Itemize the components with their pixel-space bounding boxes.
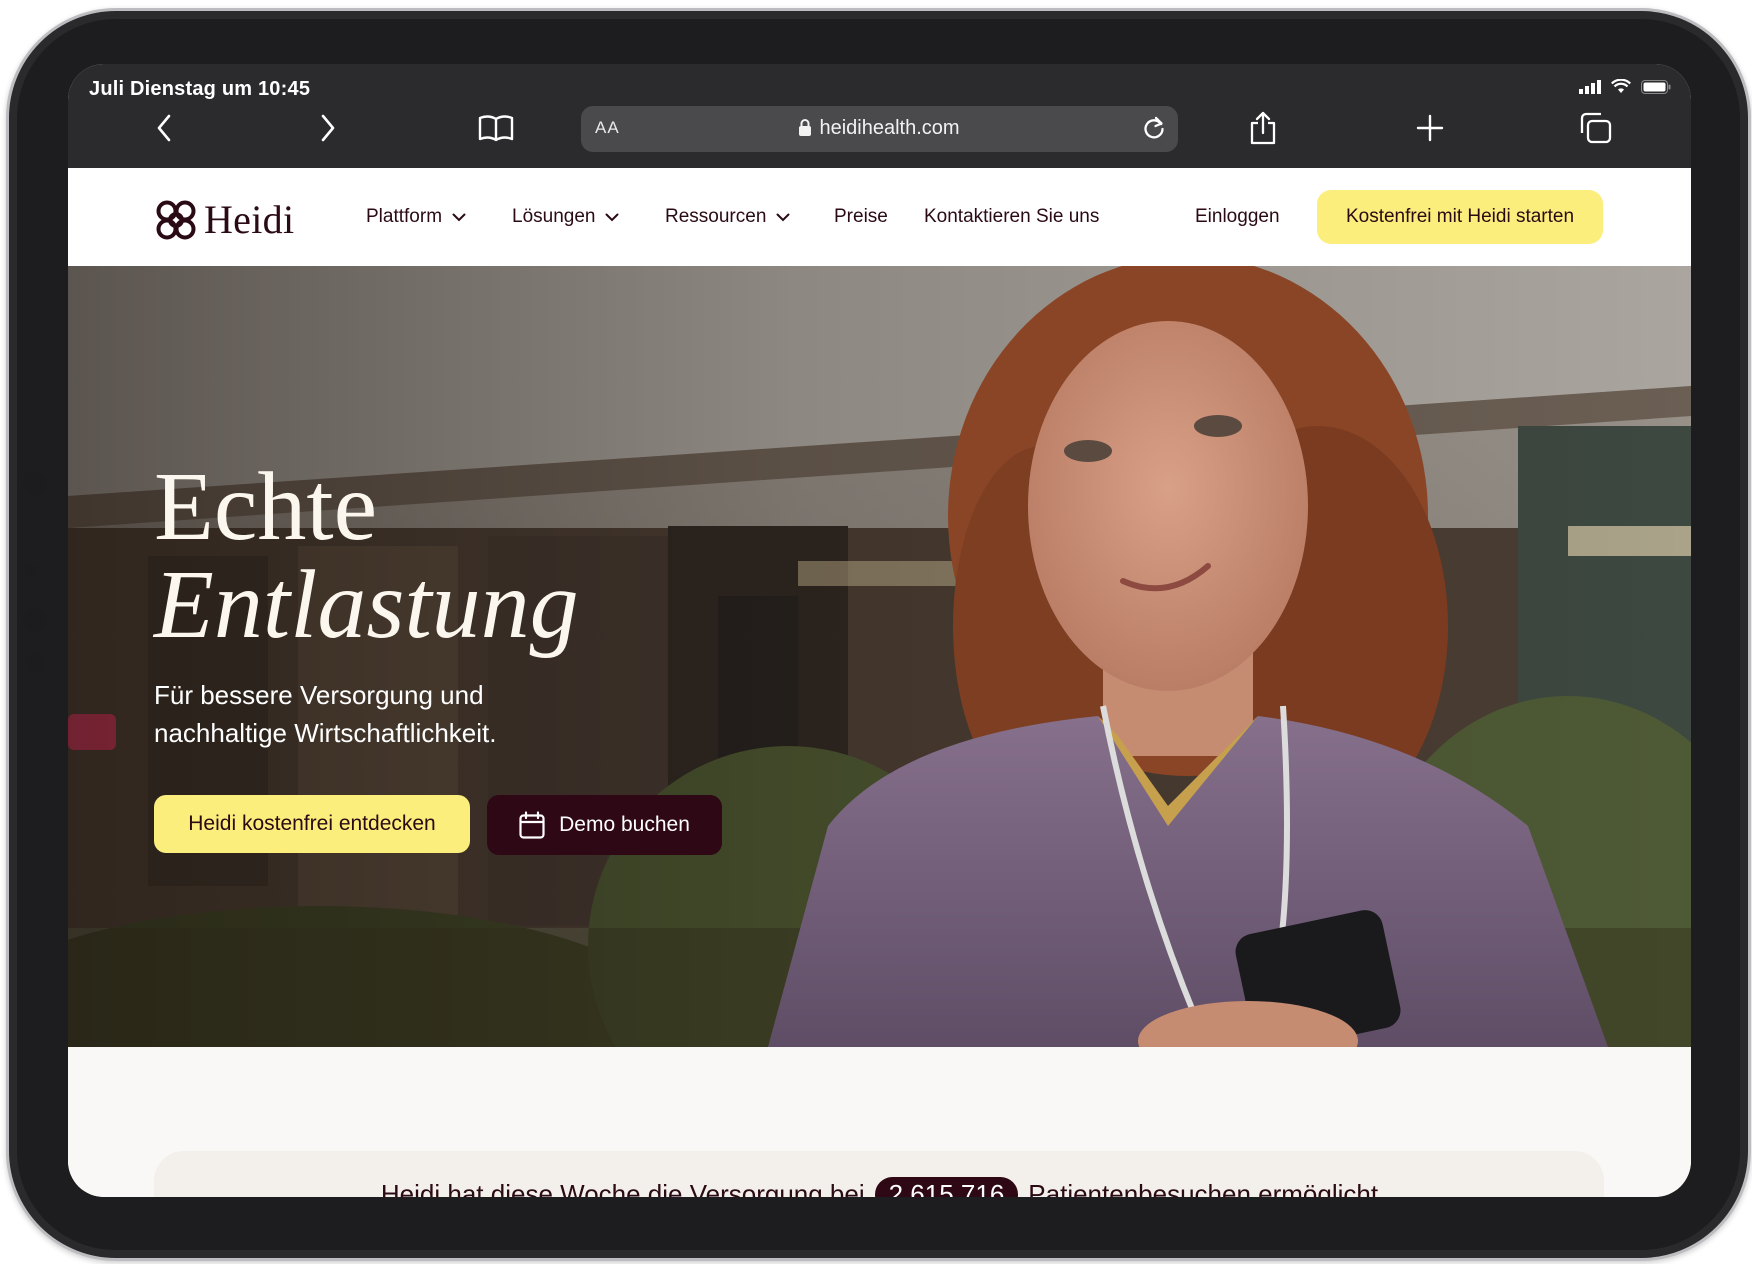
bookmarks-icon[interactable] — [476, 108, 516, 148]
address-bar[interactable]: AA heidihealth.com — [581, 106, 1178, 152]
share-icon[interactable] — [1243, 108, 1283, 148]
nav-platform-label: Plattform — [366, 206, 443, 227]
side-button — [25, 653, 45, 673]
hero-title-line2: Entlastung — [154, 551, 579, 659]
nav-platform[interactable]: Plattform — [366, 206, 466, 228]
nav-contact-label: Kontaktieren Sie uns — [924, 206, 1100, 227]
discover-heidi-button[interactable]: Heidi kostenfrei entdecken — [154, 795, 470, 853]
status-icons — [1579, 79, 1671, 94]
url-display[interactable]: heidihealth.com — [581, 117, 1178, 140]
screen: Juli Dienstag um 10:45 AA heidihealth.co… — [68, 64, 1691, 1197]
login-link[interactable]: Einloggen — [1195, 206, 1280, 228]
calendar-icon — [519, 811, 545, 839]
book-demo-button[interactable]: Demo buchen — [487, 795, 722, 855]
hero-title-line1: Echte — [154, 453, 378, 561]
reload-icon[interactable] — [1140, 114, 1168, 147]
stats-section: Heidi hat diese Woche die Versorgung bei… — [68, 1047, 1691, 1197]
signal-icon — [1579, 79, 1601, 94]
counter-value: 2.615.716 — [874, 1177, 1019, 1197]
counter-text: Heidi hat diese Woche die Versorgung bei… — [68, 1177, 1691, 1197]
start-free-button[interactable]: Kostenfrei mit Heidi starten — [1317, 190, 1603, 244]
nav-solutions-label: Lösungen — [512, 206, 596, 227]
logo-text: Heidi — [204, 197, 295, 242]
nav-resources[interactable]: Ressourcen — [665, 206, 790, 228]
heidi-logo[interactable]: Heidi — [154, 196, 294, 243]
chevron-down-icon — [776, 213, 790, 221]
side-button — [23, 608, 47, 632]
forward-icon[interactable] — [308, 108, 348, 148]
battery-icon — [1641, 79, 1671, 94]
new-tab-icon[interactable] — [1410, 108, 1450, 148]
browser-toolbar: Juli Dienstag um 10:45 AA heidihealth.co… — [68, 64, 1691, 168]
counter-prefix: Heidi hat diese Woche die Versorgung bei — [380, 1179, 865, 1197]
nav-contact[interactable]: Kontaktieren Sie uns — [924, 206, 1099, 228]
nav-pricing-label: Preise — [834, 206, 888, 227]
status-time: Juli Dienstag um 10:45 — [89, 78, 311, 100]
hero-section: Echte Entlastung Für bessere Versorgung … — [68, 266, 1691, 1047]
chevron-down-icon — [605, 213, 619, 221]
back-icon[interactable] — [144, 108, 184, 148]
login-label: Einloggen — [1195, 206, 1280, 227]
book-demo-label: Demo buchen — [559, 813, 690, 836]
wifi-icon — [1611, 79, 1631, 93]
site-header: Heidi Plattform Lösungen Ressourcen Prei… — [68, 168, 1691, 266]
url-text: heidihealth.com — [819, 117, 960, 139]
lock-icon — [799, 119, 812, 136]
nav-solutions[interactable]: Lösungen — [512, 206, 619, 228]
nav-pricing[interactable]: Preise — [834, 206, 888, 228]
counter-suffix: Patientenbesuchen ermöglicht — [1028, 1179, 1379, 1197]
chevron-down-icon — [452, 213, 466, 221]
side-button — [25, 565, 37, 577]
heidi-logo-icon — [156, 200, 196, 239]
hero-subtitle: Für bessere Versorgung und nachhaltige W… — [154, 680, 497, 748]
side-button — [23, 471, 47, 495]
nav-resources-label: Ressourcen — [665, 206, 767, 227]
tabs-icon[interactable] — [1576, 108, 1616, 148]
